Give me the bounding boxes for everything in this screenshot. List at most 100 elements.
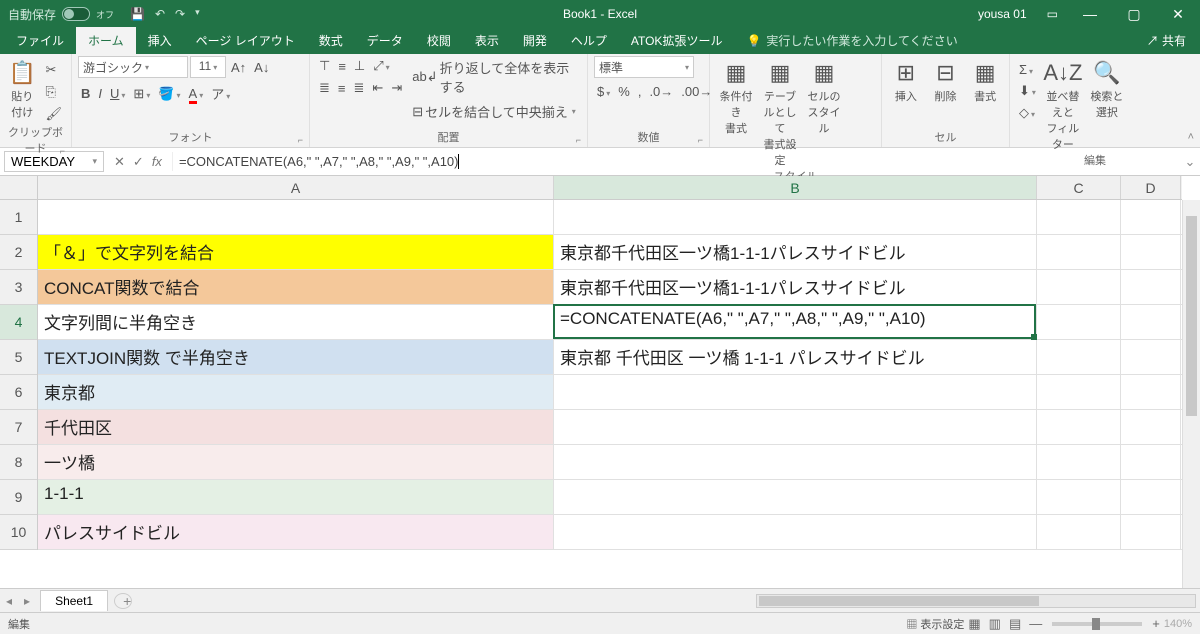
dialog-launcher-icon[interactable]: ⌐ — [298, 135, 303, 145]
comma-format-icon[interactable]: , — [635, 82, 645, 101]
align-center-icon[interactable]: ≡ — [335, 79, 349, 98]
cell-A7[interactable]: 千代田区 — [38, 410, 554, 444]
cell-D5[interactable] — [1121, 340, 1181, 374]
row-header-3[interactable]: 3 — [0, 270, 37, 305]
close-button[interactable]: ✕ — [1156, 6, 1200, 23]
row-header-8[interactable]: 8 — [0, 445, 37, 480]
cell-C9[interactable] — [1037, 480, 1121, 514]
sheet-nav-next-icon[interactable]: ▸ — [18, 594, 36, 608]
collapse-ribbon-icon[interactable]: ˄ — [1188, 131, 1194, 143]
tab-developer[interactable]: 開発 — [511, 27, 559, 54]
tab-page-layout[interactable]: ページ レイアウト — [184, 27, 307, 54]
qat-customize-icon[interactable]: ▾ — [195, 7, 200, 21]
font-color-button[interactable]: A▾ — [186, 84, 207, 103]
border-button[interactable]: ⊞▾ — [130, 84, 153, 104]
cell-styles-button[interactable]: ▦セルの スタイル — [804, 56, 844, 136]
wrap-text-button[interactable]: ab↲折り返して全体を表示する — [409, 56, 581, 98]
row-header-9[interactable]: 9 — [0, 480, 37, 515]
cell-C6[interactable] — [1037, 375, 1121, 409]
cell-B4[interactable]: =CONCATENATE(A6," ",A7," ",A8," ",A9," "… — [554, 305, 1037, 339]
copy-icon[interactable]: ⎘ — [42, 82, 65, 102]
tab-home[interactable]: ホーム — [76, 27, 136, 54]
cell-C1[interactable] — [1037, 200, 1121, 234]
row-header-6[interactable]: 6 — [0, 375, 37, 410]
cell-B1[interactable] — [554, 200, 1037, 234]
zoom-level[interactable]: 140% — [1164, 618, 1192, 630]
tab-atok[interactable]: ATOK拡張ツール — [619, 27, 735, 54]
increase-font-icon[interactable]: A↑ — [228, 58, 249, 77]
cell-A8[interactable]: 一ツ橋 — [38, 445, 554, 479]
phonetic-button[interactable]: ア▾ — [208, 82, 233, 105]
cell-C8[interactable] — [1037, 445, 1121, 479]
bold-button[interactable]: B — [78, 84, 93, 103]
cell-C3[interactable] — [1037, 270, 1121, 304]
autosave-toggle[interactable]: 自動保存 オフ — [0, 6, 122, 23]
cell-C7[interactable] — [1037, 410, 1121, 444]
cell-B9[interactable] — [554, 480, 1037, 514]
cell-D4[interactable] — [1121, 305, 1181, 339]
vertical-scrollbar[interactable] — [1182, 200, 1200, 588]
fill-icon[interactable]: ⬇▾ — [1016, 81, 1039, 101]
sort-filter-button[interactable]: A↓Z並べ替えと フィルター — [1043, 56, 1083, 152]
cell-C10[interactable] — [1037, 515, 1121, 549]
cell-A9[interactable]: 1-1-1 — [38, 480, 554, 514]
format-painter-icon[interactable]: 🖌 — [42, 104, 65, 124]
cut-icon[interactable]: ✂ — [42, 60, 65, 80]
user-name[interactable]: yousa 01 — [968, 7, 1037, 21]
cell-A6[interactable]: 東京都 — [38, 375, 554, 409]
cancel-formula-icon[interactable]: ✕ — [114, 154, 125, 170]
row-header-4[interactable]: 4 — [0, 305, 37, 340]
clear-icon[interactable]: ◇▾ — [1016, 103, 1039, 123]
horizontal-scrollbar[interactable] — [132, 594, 1200, 608]
autosum-icon[interactable]: Σ▾ — [1016, 60, 1039, 79]
cell-A5[interactable]: TEXTJOIN関数 で半角空き — [38, 340, 554, 374]
decrease-indent-icon[interactable]: ⇤ — [369, 78, 386, 98]
dialog-launcher-icon[interactable]: ⌐ — [698, 135, 703, 145]
cell-A3[interactable]: CONCAT関数で結合 — [38, 270, 554, 304]
fill-color-button[interactable]: 🪣▾ — [155, 84, 183, 104]
row-header-1[interactable]: 1 — [0, 200, 37, 235]
display-settings-button[interactable]: ▦ 表示設定 — [906, 616, 964, 632]
cell-D6[interactable] — [1121, 375, 1181, 409]
align-left-icon[interactable]: ≣ — [316, 78, 333, 98]
col-header-B[interactable]: B — [554, 176, 1037, 199]
page-layout-view-icon[interactable]: ▥ — [985, 616, 1005, 632]
format-cells-button[interactable]: ▦書式 — [967, 56, 1003, 104]
cell-D3[interactable] — [1121, 270, 1181, 304]
orientation-icon[interactable]: ⤢▾ — [370, 56, 392, 76]
zoom-slider[interactable] — [1052, 622, 1142, 626]
conditional-formatting-button[interactable]: ▦条件付き 書式 — [716, 56, 756, 136]
tab-data[interactable]: データ — [355, 27, 415, 54]
normal-view-icon[interactable]: ▦ — [964, 616, 984, 632]
increase-indent-icon[interactable]: ⇥ — [388, 78, 405, 98]
sheet-nav-prev-icon[interactable]: ◂ — [0, 594, 18, 608]
insert-cells-button[interactable]: ⊞挿入 — [888, 56, 924, 104]
tab-review[interactable]: 校閲 — [415, 27, 463, 54]
italic-button[interactable]: I — [95, 84, 105, 103]
cell-C2[interactable] — [1037, 235, 1121, 269]
scrollbar-thumb[interactable] — [1186, 216, 1197, 416]
cell-B6[interactable] — [554, 375, 1037, 409]
tab-help[interactable]: ヘルプ — [559, 27, 619, 54]
add-sheet-button[interactable]: + — [114, 593, 132, 609]
cell-D8[interactable] — [1121, 445, 1181, 479]
minimize-button[interactable]: — — [1068, 6, 1112, 23]
cell-D9[interactable] — [1121, 480, 1181, 514]
cell-B5[interactable]: 東京都 千代田区 一ツ橋 1-1-1 パレスサイドビル — [554, 340, 1037, 374]
cell-A2[interactable]: 「＆」で文字列を結合 — [38, 235, 554, 269]
maximize-button[interactable]: ▢ — [1112, 6, 1156, 23]
cell-B7[interactable] — [554, 410, 1037, 444]
find-select-button[interactable]: 🔍検索と 選択 — [1087, 56, 1127, 120]
cell-D1[interactable] — [1121, 200, 1181, 234]
dialog-launcher-icon[interactable]: ⌐ — [60, 146, 65, 156]
cell-A4[interactable]: 文字列間に半角空き — [38, 305, 554, 339]
paste-button[interactable]: 📋 貼り付け — [6, 56, 38, 120]
col-header-C[interactable]: C — [1037, 176, 1121, 199]
dialog-launcher-icon[interactable]: ⌐ — [576, 135, 581, 145]
cell-D7[interactable] — [1121, 410, 1181, 444]
tab-view[interactable]: 表示 — [463, 27, 511, 54]
merge-center-button[interactable]: ⊟セルを結合して中央揃え▾ — [409, 100, 581, 123]
decrease-font-icon[interactable]: A↓ — [251, 58, 272, 77]
row-header-10[interactable]: 10 — [0, 515, 37, 550]
share-button[interactable]: ↗ 共有 — [1133, 27, 1200, 54]
